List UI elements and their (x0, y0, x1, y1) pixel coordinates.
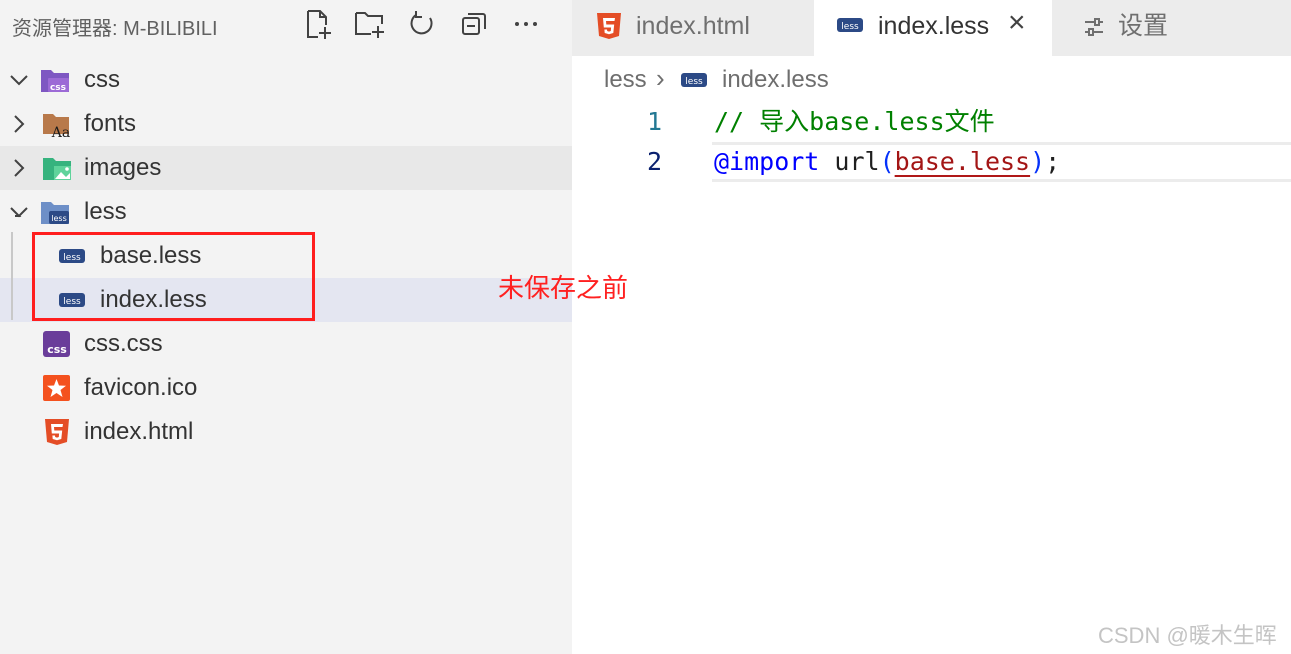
tab-index-html[interactable]: index.html (572, 0, 814, 56)
code-semicolon: ; (1045, 147, 1061, 176)
explorer-header: 资源管理器: M-BILIBILI (0, 0, 572, 48)
tree-item-index-html[interactable]: index.html (0, 410, 572, 454)
fonts-folder-icon: Aa (43, 114, 70, 138)
favicon-file-icon (43, 375, 70, 401)
html-file-icon (45, 419, 69, 445)
svg-text:less: less (841, 22, 859, 32)
tree-item-label: images (84, 154, 162, 181)
html-file-icon (597, 13, 621, 39)
line-number: 1 (646, 107, 662, 136)
chevron-down-icon[interactable] (8, 69, 30, 91)
svg-text:css: css (50, 83, 66, 93)
explorer-actions (300, 6, 544, 42)
breadcrumb-separator: › (656, 63, 665, 93)
code-paren-open: ( (879, 147, 895, 176)
code-comment: // 导入base.less文件 (714, 107, 995, 136)
tree-item-css-css[interactable]: css css.css (0, 322, 572, 366)
less-file-icon: less (837, 18, 863, 32)
chevron-down-icon[interactable] (8, 201, 30, 223)
less-file-icon: less (681, 73, 707, 87)
tree-item-images[interactable]: images (0, 146, 572, 190)
chevron-right-icon[interactable] (8, 113, 30, 135)
highlight-box (32, 232, 315, 321)
explorer-title: 资源管理器: M-BILIBILI (12, 18, 218, 40)
tree-item-less[interactable]: less less (0, 190, 572, 234)
css-folder-icon: css (41, 70, 69, 93)
tree-item-label: css (84, 66, 120, 93)
images-folder-icon (43, 158, 71, 180)
new-file-icon[interactable] (300, 6, 336, 42)
more-icon[interactable] (508, 6, 544, 42)
tree-item-label: css.css (84, 330, 163, 357)
code-paren-close: ) (1030, 147, 1046, 176)
tab-label: index.less (878, 12, 990, 40)
tab-index-less[interactable]: less index.less × (814, 0, 1052, 56)
tree-item-css[interactable]: css css (0, 58, 572, 102)
css-file-icon: css (43, 331, 70, 357)
tree-item-label: less (84, 198, 127, 225)
collapse-all-icon[interactable] (456, 6, 492, 42)
code-text: // 导入base.less文件 (714, 102, 995, 142)
tree-item-label: index.html (84, 418, 194, 445)
settings-icon (1085, 18, 1103, 36)
svg-text:css: css (47, 343, 67, 356)
refresh-icon[interactable] (404, 6, 440, 42)
new-folder-icon[interactable] (352, 6, 388, 42)
svg-text:less: less (51, 214, 66, 223)
tree-item-label: favicon.ico (84, 374, 198, 401)
code-line-1[interactable]: 1 // 导入base.less文件 (572, 102, 1291, 142)
watermark: CSDN @暖木生晖 (1098, 623, 1277, 648)
breadcrumb-folder[interactable]: less (604, 66, 647, 94)
tab-settings[interactable]: 设置 (1052, 0, 1252, 56)
code-function: url (819, 147, 880, 176)
explorer-sidebar: 资源管理器: M-BILIBILI css css Aa fonts image… (0, 0, 572, 654)
tab-label: 设置 (1118, 12, 1169, 40)
chevron-right-icon[interactable] (8, 157, 30, 179)
code-keyword: @import (714, 147, 820, 176)
code-string: base.less (894, 147, 1031, 176)
line-number: 2 (646, 147, 662, 176)
tree-item-fonts[interactable]: Aa fonts (0, 102, 572, 146)
svg-text:Aa: Aa (51, 125, 70, 138)
annotation-note: 未保存之前 (498, 273, 629, 303)
tab-label: index.html (636, 12, 750, 40)
tree-item-label: fonts (84, 110, 137, 137)
tree-indent-guide (11, 232, 13, 320)
breadcrumb-file[interactable]: index.less (722, 66, 829, 94)
code-text: @import url(base.less); (714, 142, 1060, 182)
close-icon[interactable]: × (1008, 8, 1026, 38)
svg-text:less: less (685, 77, 703, 87)
less-folder-icon: less (41, 202, 69, 224)
code-line-2[interactable]: 2 @import url(base.less); (572, 142, 1291, 182)
tree-item-favicon[interactable]: favicon.ico (0, 366, 572, 410)
editor-tabs: index.html less index.less × 设置 (572, 0, 1291, 56)
